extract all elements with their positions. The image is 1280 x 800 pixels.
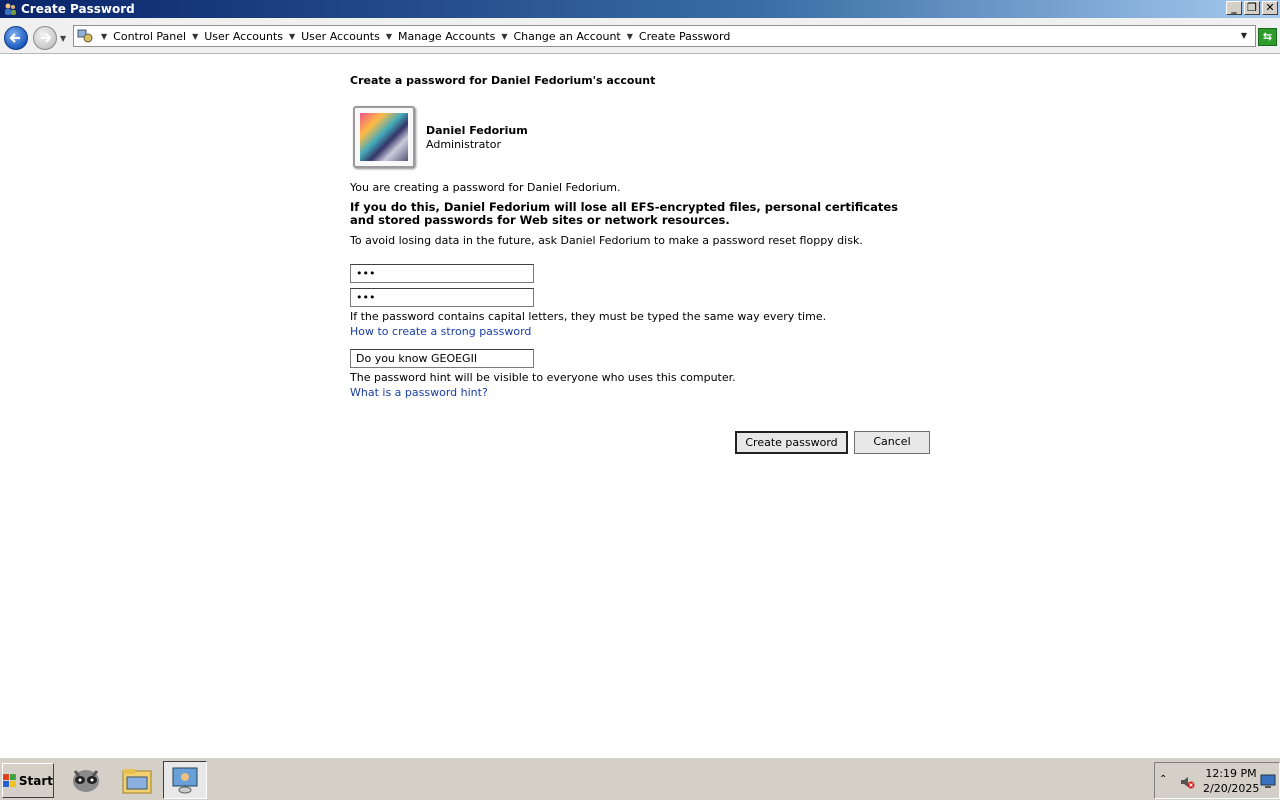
breadcrumb-control-panel[interactable]: ▼ Control Panel — [95, 30, 186, 43]
user-name: Daniel Fedorium — [426, 124, 528, 137]
advice-text: To avoid losing data in the future, ask … — [350, 234, 863, 247]
new-password-field[interactable]: ••• — [350, 264, 534, 283]
chevron-down-icon[interactable]: ▼ — [627, 32, 633, 41]
clock-date: 2/20/2025 — [1203, 782, 1260, 795]
raccoon-app-icon[interactable] — [64, 761, 108, 799]
control-panel-icon — [77, 28, 95, 44]
hint-note: The password hint will be visible to eve… — [350, 371, 736, 384]
windows-logo-icon — [3, 773, 16, 787]
chevron-down-icon[interactable]: ▼ — [501, 32, 507, 41]
title-bar: Create Password _ ❐ ✕ — [0, 0, 1280, 18]
chevron-down-icon[interactable]: ▼ — [192, 32, 198, 41]
warning-text: If you do this, Daniel Fedorium will los… — [350, 200, 899, 227]
create-password-button[interactable]: Create password — [735, 431, 848, 454]
address-dropdown-icon[interactable]: ▼ — [1241, 31, 1247, 40]
volume-muted-icon[interactable] — [1179, 774, 1195, 793]
start-label[interactable]: Start — [19, 774, 53, 788]
cancel-button[interactable]: Cancel — [854, 431, 930, 454]
recent-pages-dropdown-icon[interactable]: ▼ — [60, 34, 66, 43]
clock-time: 12:19 PM — [1205, 767, 1257, 780]
breadcrumb-user-accounts-2[interactable]: ▼ User Accounts — [283, 30, 380, 43]
address-box[interactable]: ▼ Control Panel ▼ User Accounts ▼ User Acco… — [73, 25, 1256, 47]
window-title: Create Password — [21, 2, 135, 16]
password-hint-field[interactable]: Do you know GEOEGII — [350, 349, 534, 368]
caps-note: If the password contains capital letters… — [350, 310, 827, 323]
avatar — [353, 106, 415, 168]
breadcrumb-create-password[interactable]: ▼ Create Password — [621, 30, 731, 43]
user-role: Administrator — [426, 138, 501, 151]
back-arrow-icon — [9, 33, 20, 43]
avatar-image — [360, 113, 408, 161]
clock[interactable]: 12:19 PM 2/20/2025 — [1203, 766, 1259, 796]
forward-arrow-icon — [41, 33, 52, 43]
minimize-button[interactable]: _ — [1226, 1, 1242, 15]
forward-button[interactable] — [33, 26, 57, 50]
user-accounts-taskbar-icon[interactable] — [163, 761, 207, 799]
close-button[interactable]: ✕ — [1262, 1, 1278, 15]
users-icon — [2, 1, 18, 17]
breadcrumb-manage-accounts[interactable]: ▼ Manage Accounts — [380, 30, 496, 43]
breadcrumb-change-account[interactable]: ▼ Change an Account — [495, 30, 620, 43]
taskbar: Start ⌃ 12:19 PM 2/20/2025 — [0, 756, 1280, 800]
restore-button[interactable]: ❐ — [1244, 1, 1260, 15]
system-tray: ⌃ 12:19 PM 2/20/2025 — [1154, 762, 1280, 799]
back-button[interactable] — [4, 26, 28, 50]
refresh-button[interactable]: ⇆ — [1258, 28, 1277, 46]
address-bar: ▼ ▼ Control Panel ▼ User Accounts ▼ User Ac… — [0, 18, 1280, 54]
chevron-down-icon[interactable]: ▼ — [289, 32, 295, 41]
show-hidden-icons-icon[interactable]: ⌃ — [1159, 774, 1167, 785]
intro-text: You are creating a password for Daniel F… — [350, 181, 621, 194]
chevron-down-icon[interactable]: ▼ — [386, 32, 392, 41]
page-title: Create a password for Daniel Fedorium's … — [350, 74, 656, 87]
file-explorer-icon[interactable] — [115, 761, 159, 799]
confirm-password-field[interactable]: ••• — [350, 288, 534, 307]
start-button[interactable]: Start — [2, 763, 54, 798]
password-hint-link[interactable]: What is a password hint? — [350, 386, 488, 399]
breadcrumb-user-accounts[interactable]: ▼ User Accounts — [186, 30, 283, 43]
show-desktop-icon[interactable] — [1260, 773, 1276, 789]
strong-password-link[interactable]: How to create a strong password — [350, 325, 531, 338]
chevron-down-icon[interactable]: ▼ — [101, 32, 107, 41]
